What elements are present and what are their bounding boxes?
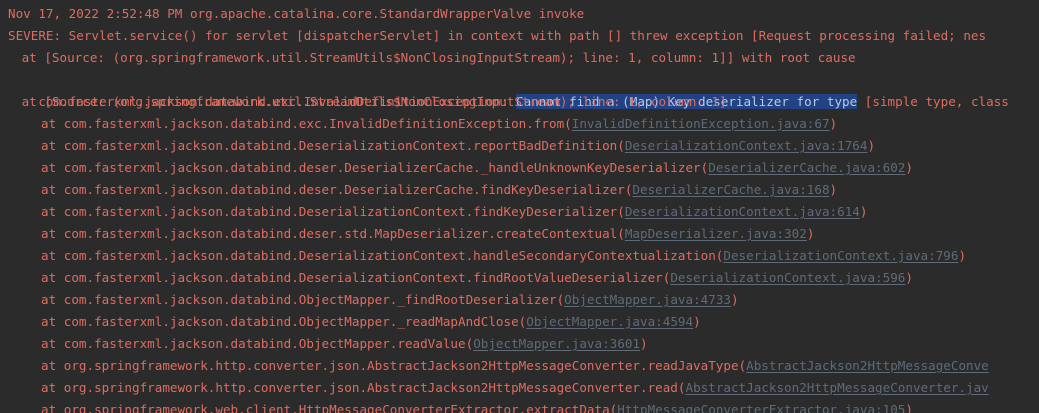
frame-method: at com.fasterxml.jackson.databind.deser.… (41, 182, 633, 197)
source-link[interactable]: AbstractJackson2HttpMessageConverter.jav (685, 380, 988, 395)
source-link[interactable]: DeserializerCache.java:602 (708, 160, 905, 175)
stack-frame: at org.springframework.http.converter.js… (0, 355, 989, 377)
stack-frame: at com.fasterxml.jackson.databind.Object… (0, 333, 648, 355)
root-cause-line: at [Source: (org.springframework.util.St… (14, 50, 856, 65)
source-link[interactable]: ObjectMapper.java:4594 (526, 314, 693, 329)
frame-method: at org.springframework.http.converter.js… (41, 380, 686, 395)
source-link[interactable]: AbstractJackson2HttpMessageConve (746, 358, 989, 373)
stack-frame: at org.springframework.web.client.HttpMe… (0, 399, 913, 413)
frame-method: at com.fasterxml.jackson.databind.Object… (41, 314, 527, 329)
source-link[interactable]: HttpMessageConverterExtractor.java:105 (617, 402, 905, 413)
frame-close: ) (730, 292, 739, 307)
stack-frame: at com.fasterxml.jackson.databind.Deseri… (0, 135, 875, 157)
source-link[interactable]: MapDeserializer.java:302 (625, 226, 807, 241)
source-link[interactable]: DeserializationContext.java:614 (625, 204, 860, 219)
frame-method: at com.fasterxml.jackson.databind.deser.… (41, 160, 709, 175)
stack-frame: at com.fasterxml.jackson.databind.deser.… (0, 179, 837, 201)
frame-close: ) (693, 314, 701, 329)
source-link[interactable]: InvalidDefinitionException.java:67 (572, 116, 830, 131)
frame-close: ) (905, 270, 913, 285)
stack-frame: at com.fasterxml.jackson.databind.Deseri… (0, 201, 867, 223)
frame-close: ) (867, 138, 876, 153)
source-link[interactable]: DeserializerCache.java:168 (632, 182, 829, 197)
stack-frame: at com.fasterxml.jackson.databind.Object… (0, 289, 739, 311)
source-link[interactable]: ObjectMapper.java:4733 (564, 292, 731, 307)
frame-method: at com.fasterxml.jackson.databind.deser.… (41, 226, 625, 241)
stack-frame: at com.fasterxml.jackson.databind.Deseri… (0, 245, 966, 267)
source-link[interactable]: DeserializationContext.java:1764 (625, 138, 868, 153)
frame-method: at org.springframework.http.converter.js… (41, 358, 747, 373)
stack-frame: at com.fasterxml.jackson.databind.deser.… (0, 223, 814, 245)
stack-frame: at com.fasterxml.jackson.databind.exc.In… (0, 113, 837, 135)
stack-frame: at org.springframework.http.converter.js… (0, 377, 989, 399)
frame-close: ) (905, 160, 913, 175)
console-output[interactable]: Nov 17, 2022 2:52:48 PM org.apache.catal… (0, 0, 1039, 413)
stack-frame: at com.fasterxml.jackson.databind.deser.… (0, 157, 913, 179)
log-timestamp-line: Nov 17, 2022 2:52:48 PM org.apache.catal… (8, 6, 585, 21)
frame-close: ) (829, 116, 838, 131)
frame-method: at com.fasterxml.jackson.databind.Object… (41, 292, 565, 307)
frame-method: at com.fasterxml.jackson.databind.Deseri… (41, 204, 625, 219)
frame-method: at com.fasterxml.jackson.databind.Deseri… (41, 138, 625, 153)
frame-method: at com.fasterxml.jackson.databind.Deseri… (41, 248, 724, 263)
source-link[interactable]: ObjectMapper.java:3601 (473, 336, 640, 351)
frame-close: ) (958, 248, 967, 263)
frame-close: ) (829, 182, 838, 197)
exception-line: com.fasterxml.jackson.databind.exc.Inval… (8, 69, 1009, 109)
source-line: at [Source: (org.springframework.util.St… (14, 94, 727, 109)
frame-method: at com.fasterxml.jackson.databind.exc.In… (41, 116, 572, 131)
severe-line: SEVERE: Servlet.service() for servlet [d… (8, 28, 987, 43)
frame-close: ) (905, 402, 913, 413)
frame-method: at org.springframework.web.client.HttpMe… (41, 402, 618, 413)
frame-method: at com.fasterxml.jackson.databind.Deseri… (41, 270, 671, 285)
source-link[interactable]: DeserializationContext.java:796 (723, 248, 958, 263)
frame-close: ) (640, 336, 648, 351)
exception-detail: [simple type, class (857, 94, 1009, 109)
frame-close: ) (806, 226, 815, 241)
source-link[interactable]: DeserializationContext.java:596 (670, 270, 905, 285)
stack-frame: at com.fasterxml.jackson.databind.Object… (0, 311, 701, 333)
frame-close: ) (859, 204, 868, 219)
stack-frame: at com.fasterxml.jackson.databind.Deseri… (0, 267, 913, 289)
frame-method: at com.fasterxml.jackson.databind.Object… (41, 336, 474, 351)
